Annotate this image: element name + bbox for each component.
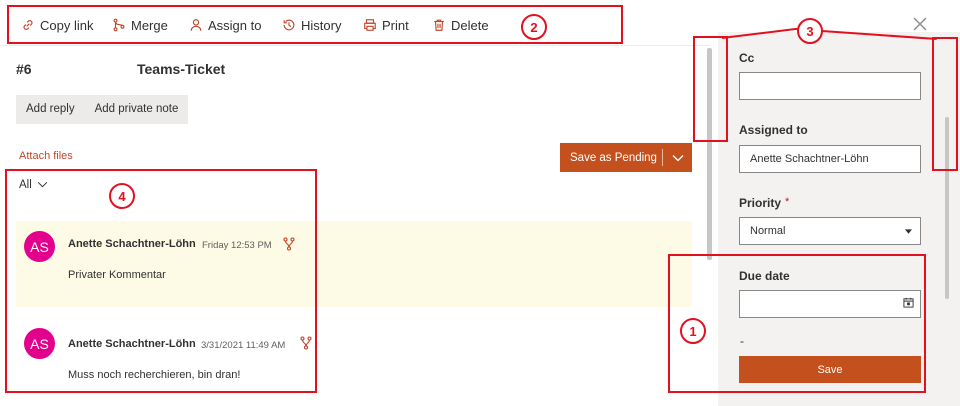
annotation-box-3-left [693,36,728,142]
annotation-box-3-right [932,37,958,171]
annotation-badge-2: 2 [521,14,547,40]
annotation-badge-4: 4 [109,183,135,209]
ticket-title: Teams-Ticket [137,61,226,77]
annotation-box-4 [5,169,317,393]
chevron-down-icon[interactable] [663,154,692,162]
assigned-to-label: Assigned to [739,123,808,137]
reply-button-group: Add reply Add private note [16,95,189,124]
assigned-to-input[interactable]: Anette Schachtner-Löhn [739,145,921,173]
annotation-box-1 [668,254,926,393]
save-as-pending-button[interactable]: Save as Pending [560,152,662,164]
add-reply-button[interactable]: Add reply [16,95,85,124]
priority-label: Priority * [739,196,789,210]
cc-input[interactable] [739,72,921,100]
save-as-pending-split-button: Save as Pending [560,143,692,172]
annotation-badge-3: 3 [797,18,823,44]
priority-select[interactable]: Normal [739,217,921,245]
caret-down-icon [905,225,912,237]
attach-files-link[interactable]: Attach files [19,150,73,162]
priority-label-text: Priority [739,196,782,210]
required-indicator: * [785,196,790,208]
add-private-note-button[interactable]: Add private note [85,95,189,124]
assigned-to-value: Anette Schachtner-Löhn [750,153,869,165]
priority-value: Normal [750,225,786,237]
annotation-badge-1: 1 [680,318,706,344]
ticket-number: #6 [16,61,32,77]
close-icon[interactable] [910,14,930,34]
cc-label: Cc [739,51,755,65]
